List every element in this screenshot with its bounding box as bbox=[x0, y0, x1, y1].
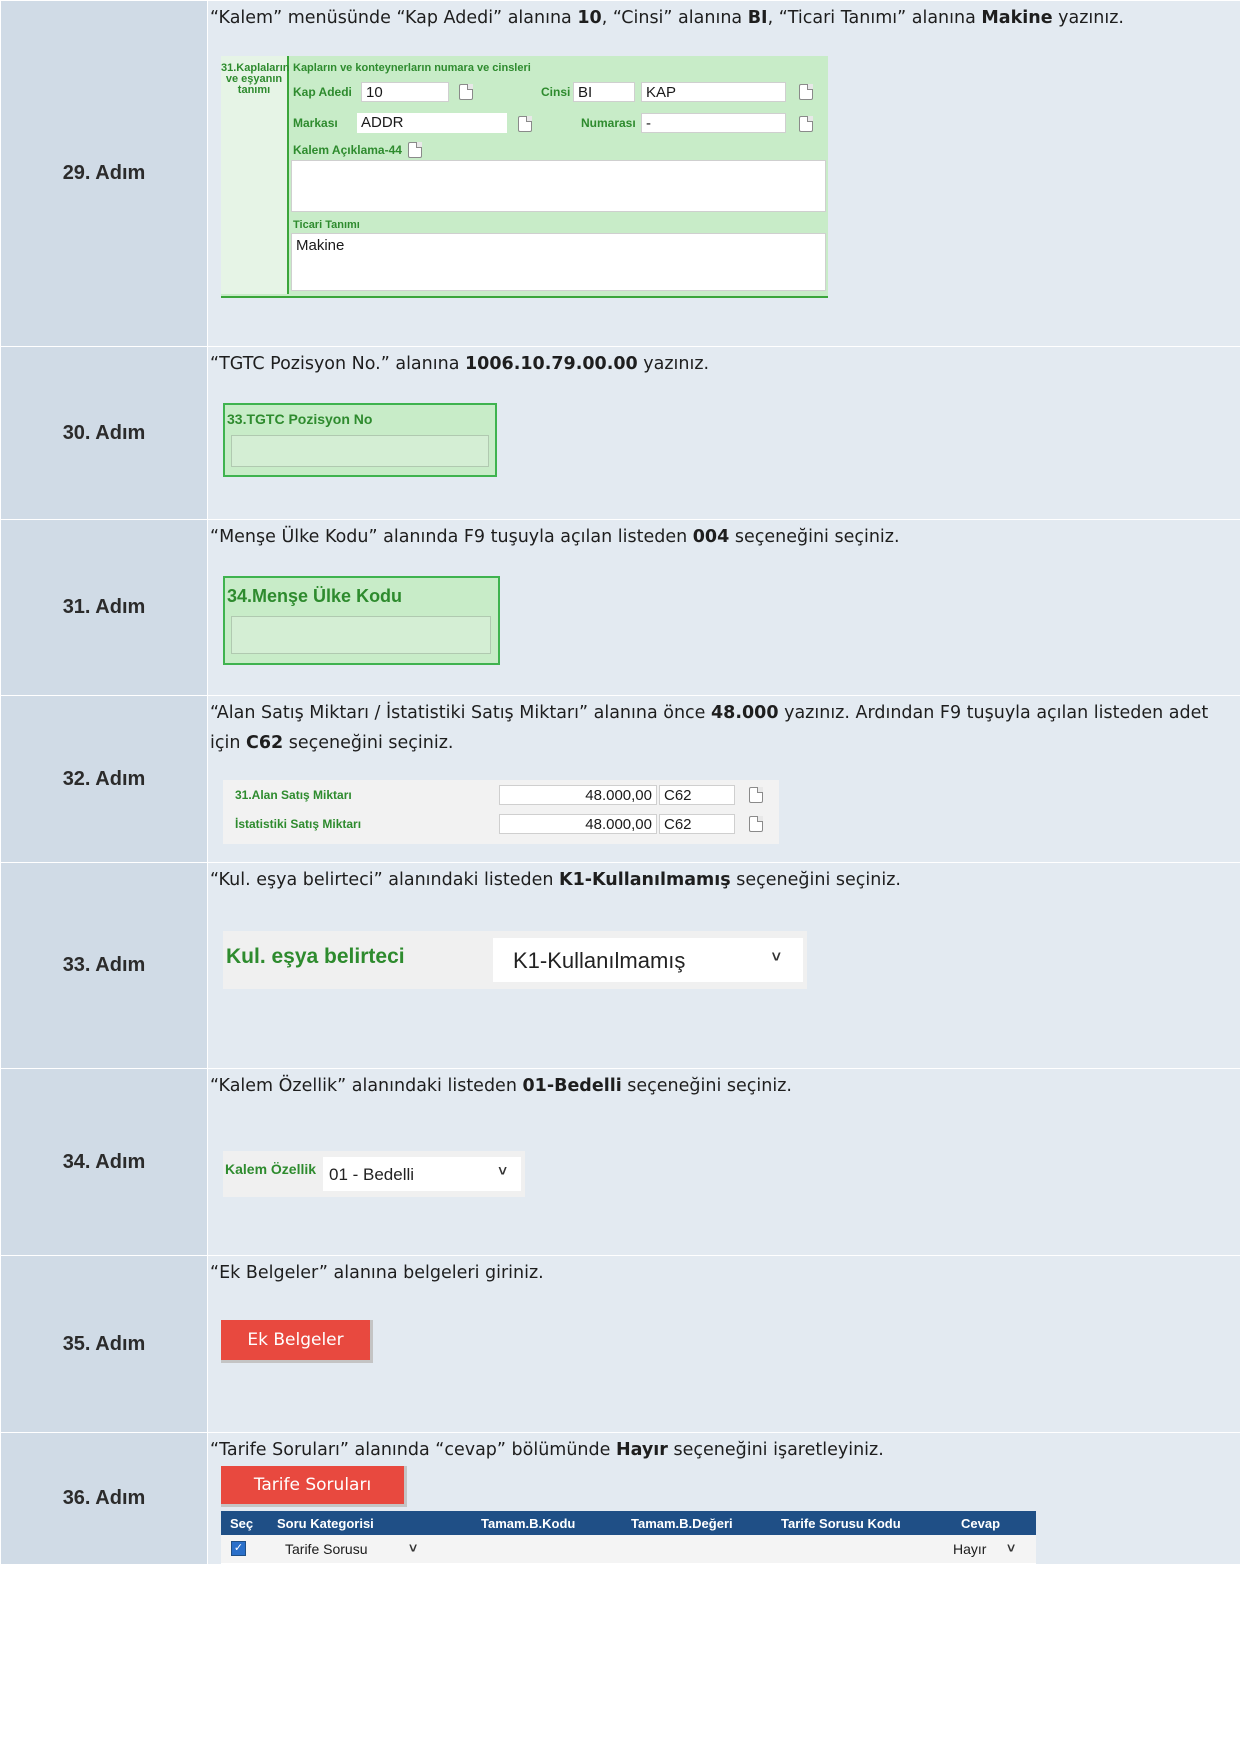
step-instruction: “Kalem Özellik” alanındaki listeden 01-B… bbox=[210, 1076, 792, 1096]
row-category-select[interactable]: Tarife Sorusu ˅ bbox=[269, 1538, 459, 1560]
alan-satis-label: 31.Alan Satış Miktarı bbox=[235, 788, 352, 802]
col-tamam-b-degeri: Tamam.B.Değeri bbox=[631, 1516, 733, 1531]
step-row-36: 36. Adım “Tarife Soruları” alanında “cev… bbox=[0, 1432, 1240, 1565]
kalem-form-screenshot: 31.Kaplaların ve eşyanın tanımı Kapların… bbox=[221, 56, 828, 298]
instruction-page: 29. Adım “Kalem” menüsünde “Kap Adedi” a… bbox=[0, 0, 1240, 1764]
kalem-ozellik-select[interactable]: 01 - Bedelli ˅ bbox=[323, 1157, 521, 1191]
ticari-tanimi-textarea[interactable]: Makine bbox=[291, 233, 826, 291]
tgtc-field-box: 33.TGTC Pozisyon No bbox=[223, 403, 497, 477]
step-body: “Ek Belgeler” alanına belgeleri giriniz.… bbox=[207, 1255, 1240, 1433]
step-number: 32. Adım bbox=[0, 695, 208, 863]
col-soru-kategorisi: Soru Kategorisi bbox=[277, 1516, 374, 1531]
step-number: 35. Adım bbox=[0, 1255, 208, 1433]
kalem-aciklama-textarea[interactable] bbox=[291, 160, 826, 212]
step-number: 36. Adım bbox=[0, 1432, 208, 1565]
mense-field-box: 34.Menşe Ülke Kodu bbox=[223, 576, 500, 665]
satis-miktari-screenshot: 31.Alan Satış Miktarı 48.000,00 C62 İsta… bbox=[223, 780, 779, 844]
step-row-30: 30. Adım “TGTC Pozisyon No.” alanına 100… bbox=[0, 346, 1240, 520]
col-sec: Seç bbox=[230, 1516, 254, 1531]
kalem-ozellik-select-value: 01 - Bedelli bbox=[329, 1165, 415, 1184]
step-body: “Menşe Ülke Kodu” alanında F9 tuşuyla aç… bbox=[207, 519, 1240, 696]
chevron-down-icon: ˅ bbox=[771, 949, 781, 966]
kap-adedi-input[interactable]: 10 bbox=[361, 82, 449, 102]
step-instruction: “Alan Satış Miktarı / İstatistiki Satış … bbox=[210, 703, 1209, 753]
step-body: “TGTC Pozisyon No.” alanına 1006.10.79.0… bbox=[207, 346, 1240, 520]
step-instruction: “Ek Belgeler” alanına belgeleri giriniz. bbox=[210, 1263, 544, 1283]
ticari-tanimi-label: Ticari Tanımı bbox=[293, 219, 360, 231]
step-number: 29. Adım bbox=[0, 0, 208, 347]
document-icon[interactable] bbox=[518, 116, 532, 132]
markasi-input[interactable]: ADDR bbox=[357, 113, 507, 133]
tarife-sorulari-button[interactable]: Tarife Soruları bbox=[221, 1466, 407, 1507]
step-number: 33. Adım bbox=[0, 862, 208, 1069]
col-tarife-sorusu-kodu: Tarife Sorusu Kodu bbox=[781, 1516, 901, 1531]
cinsi-description: KAP bbox=[641, 82, 786, 102]
ticari-tanimi-value: Makine bbox=[296, 237, 345, 254]
document-icon[interactable] bbox=[408, 142, 422, 158]
tarife-table-header: Seç Soru Kategorisi Tamam.B.Kodu Tamam.B… bbox=[221, 1511, 1036, 1535]
chevron-down-icon: ˅ bbox=[409, 1540, 418, 1556]
mense-input[interactable] bbox=[231, 616, 491, 654]
kap-adedi-label: Kap Adedi bbox=[293, 85, 352, 99]
kalem-aciklama-label: Kalem Açıklama-44 bbox=[293, 143, 402, 157]
cinsi-input[interactable]: BI bbox=[573, 82, 635, 102]
step-instruction: “Kalem” menüsünde “Kap Adedi” alanına 10… bbox=[210, 8, 1124, 28]
chevron-down-icon: ˅ bbox=[498, 1163, 507, 1180]
step-number: 31. Adım bbox=[0, 519, 208, 696]
mense-label: 34.Menşe Ülke Kodu bbox=[227, 586, 403, 606]
kul-esya-screenshot: Kul. eşya belirteci K1-Kullanılmamış ˅ bbox=[223, 931, 807, 989]
document-icon[interactable] bbox=[749, 787, 763, 803]
document-icon[interactable] bbox=[459, 84, 473, 100]
step-row-33: 33. Adım “Kul. eşya belirteci” alanındak… bbox=[0, 862, 1240, 1069]
istatistiki-satis-label: İstatistiki Satış Miktarı bbox=[235, 817, 362, 831]
step-row-31: 31. Adım “Menşe Ülke Kodu” alanında F9 t… bbox=[0, 519, 1240, 696]
step-instruction: “TGTC Pozisyon No.” alanına 1006.10.79.0… bbox=[210, 354, 710, 374]
step-instruction: “Tarife Soruları” alanında “cevap” bölüm… bbox=[210, 1440, 884, 1460]
step-body: “Kalem” menüsünde “Kap Adedi” alanına 10… bbox=[207, 0, 1240, 347]
ek-belgeler-button[interactable]: Ek Belgeler bbox=[221, 1320, 373, 1363]
tarife-table: Seç Soru Kategorisi Tamam.B.Kodu Tamam.B… bbox=[221, 1511, 1036, 1565]
step-instruction: “Kul. eşya belirteci” alanındaki listede… bbox=[210, 870, 901, 890]
tgtc-label: 33.TGTC Pozisyon No bbox=[227, 411, 373, 427]
step-body: “Kalem Özellik” alanındaki listeden 01-B… bbox=[207, 1068, 1240, 1256]
numarasi-input[interactable]: - bbox=[641, 113, 786, 133]
col-tamam-b-kodu: Tamam.B.Kodu bbox=[481, 1516, 576, 1531]
step-row-34: 34. Adım “Kalem Özellik” alanındaki list… bbox=[0, 1068, 1240, 1256]
row-checkbox[interactable]: ✓ bbox=[231, 1541, 246, 1556]
step-row-35: 35. Adım “Ek Belgeler” alanına belgeleri… bbox=[0, 1255, 1240, 1433]
kul-esya-label: Kul. eşya belirteci bbox=[226, 945, 405, 968]
step-body: “Alan Satış Miktarı / İstatistiki Satış … bbox=[207, 695, 1240, 863]
step-row-32: 32. Adım “Alan Satış Miktarı / İstatisti… bbox=[0, 695, 1240, 863]
kul-esya-select-value: K1-Kullanılmamış bbox=[513, 948, 686, 973]
row-answer-select[interactable]: Hayır ˅ bbox=[949, 1538, 1029, 1560]
numarasi-label: Numarası bbox=[581, 116, 636, 130]
istatistiki-satis-unit[interactable]: C62 bbox=[659, 814, 735, 834]
istatistiki-satis-input[interactable]: 48.000,00 bbox=[499, 814, 657, 834]
alan-satis-input[interactable]: 48.000,00 bbox=[499, 785, 657, 805]
document-icon[interactable] bbox=[749, 816, 763, 832]
table-row: ✓ Tarife Sorusu ˅ Hayır ˅ bbox=[221, 1535, 1036, 1563]
side-label: 31.Kaplaların ve eşyanın tanımı bbox=[221, 56, 289, 294]
step-number: 30. Adım bbox=[0, 346, 208, 520]
step-instruction: “Menşe Ülke Kodu” alanında F9 tuşuyla aç… bbox=[210, 527, 900, 547]
document-icon[interactable] bbox=[799, 116, 813, 132]
col-cevap: Cevap bbox=[961, 1516, 1001, 1531]
tgtc-input[interactable] bbox=[231, 435, 489, 467]
markasi-label: Markası bbox=[293, 116, 338, 130]
step-number: 34. Adım bbox=[0, 1068, 208, 1256]
step-row-29: 29. Adım “Kalem” menüsünde “Kap Adedi” a… bbox=[0, 0, 1240, 347]
step-body: “Kul. eşya belirteci” alanındaki listede… bbox=[207, 862, 1240, 1069]
document-icon[interactable] bbox=[799, 84, 813, 100]
step-body: “Tarife Soruları” alanında “cevap” bölüm… bbox=[207, 1432, 1240, 1565]
chevron-down-icon: ˅ bbox=[1007, 1540, 1016, 1556]
cinsi-label: Cinsi bbox=[541, 85, 571, 99]
kul-esya-select[interactable]: K1-Kullanılmamış ˅ bbox=[493, 938, 803, 982]
steps-table: 29. Adım “Kalem” menüsünde “Kap Adedi” a… bbox=[0, 0, 1240, 1565]
alan-satis-unit[interactable]: C62 bbox=[659, 785, 735, 805]
kalem-ozellik-screenshot: Kalem Özellik 01 - Bedelli ˅ bbox=[223, 1151, 525, 1197]
kaplar-header: Kapların ve konteynerların numara ve cin… bbox=[293, 62, 531, 74]
kalem-ozellik-label: Kalem Özellik bbox=[225, 1161, 317, 1177]
